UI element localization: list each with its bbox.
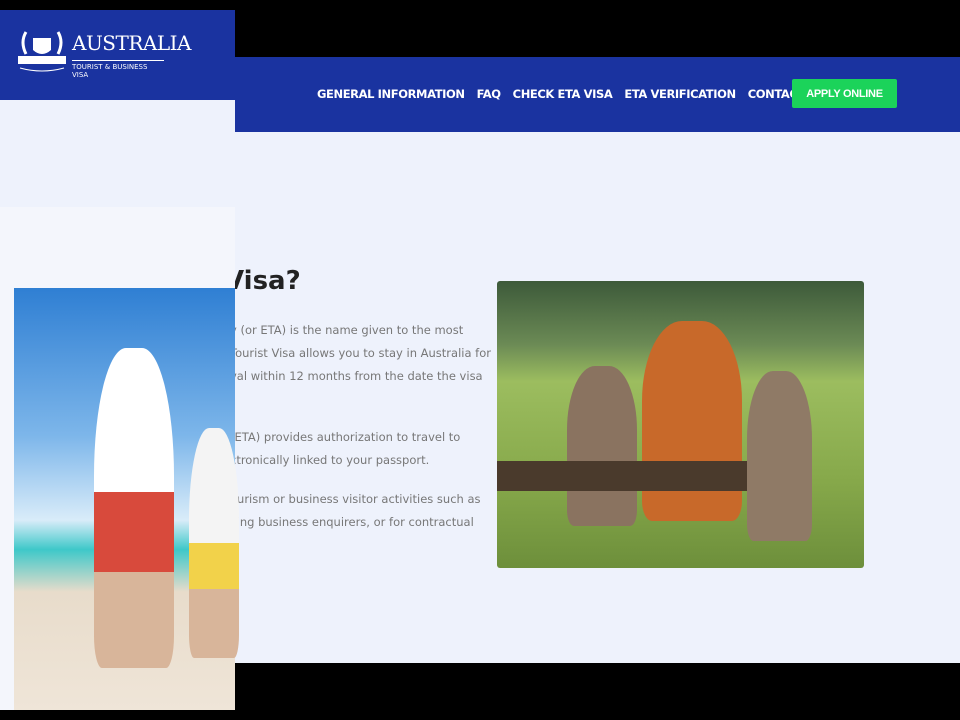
logo-title: AUSTRALIA [72,31,191,55]
paragraph-line: king business enquirers, or for contract… [230,515,474,529]
main-menu: GENERAL INFORMATION FAQ CHECK ETA VISA E… [317,87,826,101]
paragraph-line: Tourist Visa allows you to stay in Austr… [230,346,491,360]
nav-check-eta-visa[interactable]: CHECK ETA VISA [513,87,613,101]
overlay-strip [0,100,235,207]
paragraph-line: y (or ETA) is the name given to the most [230,323,464,337]
logo-subtitle: TOURIST & BUSINESS VISA [72,60,164,79]
nav-faq[interactable]: FAQ [477,87,501,101]
paragraph-line: ourism or business visitor activities su… [230,492,481,506]
kangaroo-family-photo [497,281,864,568]
paragraph-line: ctronically linked to your passport. [230,453,430,467]
nav-general-information[interactable]: GENERAL INFORMATION [317,87,465,101]
beach-family-photo [14,288,239,710]
nav-eta-verification[interactable]: ETA VERIFICATION [624,87,736,101]
coat-of-arms-icon [18,31,66,72]
paragraph-line: val within 12 months from the date the v… [230,369,483,383]
section-heading: Visa? [224,266,301,296]
paragraph-line: (ETA) provides authorization to travel t… [230,430,461,444]
apply-online-button[interactable]: APPLY ONLINE [792,79,897,108]
